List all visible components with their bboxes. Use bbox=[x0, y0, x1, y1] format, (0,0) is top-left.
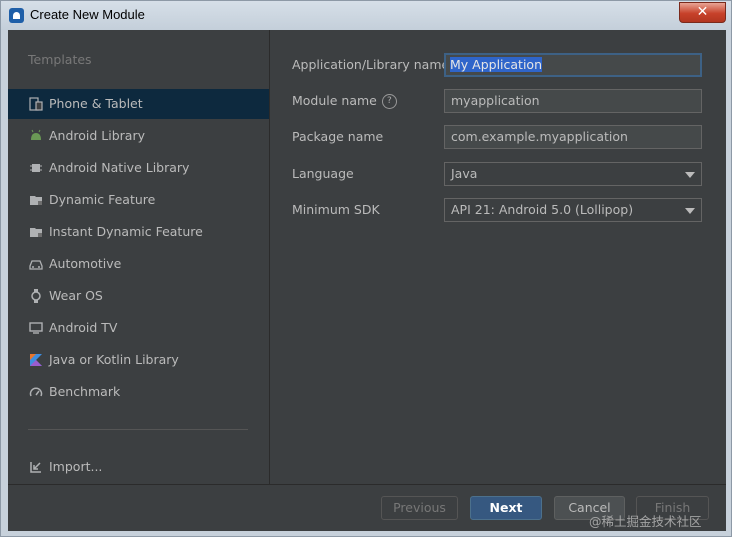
app-name-label: Application/Library name bbox=[292, 57, 450, 72]
language-value: Java bbox=[451, 166, 478, 181]
app-name-field[interactable]: My Application bbox=[444, 53, 702, 77]
sidebar-item-label: Instant Dynamic Feature bbox=[49, 224, 203, 239]
kotlin-icon bbox=[29, 353, 43, 367]
dialog-window: Create New Module ✕ Templates Phone & Ta… bbox=[0, 0, 732, 537]
sidebar-item-label: Android Library bbox=[49, 128, 146, 143]
android-icon bbox=[29, 129, 43, 143]
dropdown-arrow-icon bbox=[685, 208, 695, 214]
dropdown-arrow-icon bbox=[685, 172, 695, 178]
module-name-field[interactable]: myapplication bbox=[444, 89, 702, 113]
sidebar-item-label: Java or Kotlin Library bbox=[49, 352, 179, 367]
sidebar-item-label: Dynamic Feature bbox=[49, 192, 156, 207]
sidebar-item-android-library[interactable]: Android Library bbox=[8, 121, 269, 151]
import-label: Import... bbox=[49, 459, 103, 474]
sidebar-item-android-native-library[interactable]: Android Native Library bbox=[8, 153, 269, 183]
folder-icon bbox=[29, 193, 43, 207]
language-select[interactable]: Java bbox=[444, 162, 702, 186]
min-sdk-value: API 21: Android 5.0 (Lollipop) bbox=[451, 202, 634, 217]
dialog-content: Templates Phone & Tablet Android Library… bbox=[8, 30, 726, 531]
min-sdk-label: Minimum SDK bbox=[292, 202, 380, 217]
gauge-icon bbox=[29, 385, 43, 399]
sidebar-item-phone-tablet[interactable]: Phone & Tablet bbox=[8, 89, 269, 119]
package-name-field[interactable]: com.example.myapplication bbox=[444, 125, 702, 149]
title-bar[interactable]: Create New Module ✕ bbox=[1, 1, 731, 30]
sidebar-item-label: Android TV bbox=[49, 320, 118, 335]
phone-tablet-icon bbox=[29, 97, 43, 111]
sidebar-item-instant-dynamic-feature[interactable]: Instant Dynamic Feature bbox=[8, 217, 269, 247]
sidebar-item-label: Automotive bbox=[49, 256, 122, 271]
watermark: @稀土掘金技术社区 bbox=[589, 514, 702, 529]
import-icon bbox=[29, 460, 43, 474]
sidebar-item-label: Phone & Tablet bbox=[49, 96, 143, 111]
close-button[interactable]: ✕ bbox=[679, 2, 726, 23]
sidebar-item-java-kotlin-library[interactable]: Java or Kotlin Library bbox=[8, 345, 269, 375]
app-name-value: My Application bbox=[450, 57, 542, 72]
min-sdk-select[interactable]: API 21: Android 5.0 (Lollipop) bbox=[444, 198, 702, 222]
sidebar-item-benchmark[interactable]: Benchmark bbox=[8, 377, 269, 407]
import-button[interactable]: Import... bbox=[8, 452, 269, 482]
language-label: Language bbox=[292, 166, 354, 181]
sidebar-item-automotive[interactable]: Automotive bbox=[8, 249, 269, 279]
sidebar-item-label: Android Native Library bbox=[49, 160, 190, 175]
watch-icon bbox=[29, 289, 43, 303]
folder-icon bbox=[29, 225, 43, 239]
next-button[interactable]: Next bbox=[470, 496, 542, 520]
chip-icon bbox=[29, 161, 43, 175]
tv-icon bbox=[29, 321, 43, 335]
sidebar-divider bbox=[28, 429, 248, 430]
car-icon bbox=[29, 257, 43, 271]
module-form: Application/Library name My Application … bbox=[270, 30, 726, 484]
help-icon[interactable]: ? bbox=[381, 94, 397, 109]
templates-heading: Templates bbox=[28, 52, 92, 67]
sidebar-item-wear-os[interactable]: Wear OS bbox=[8, 281, 269, 311]
templates-sidebar: Templates Phone & Tablet Android Library… bbox=[8, 30, 270, 484]
module-name-label-row: Module name? bbox=[292, 89, 397, 113]
window-title: Create New Module bbox=[30, 7, 145, 22]
app-icon bbox=[9, 8, 24, 23]
module-name-label: Module name bbox=[292, 93, 377, 108]
package-name-label: Package name bbox=[292, 129, 384, 144]
sidebar-item-label: Wear OS bbox=[49, 288, 103, 303]
previous-button[interactable]: Previous bbox=[381, 496, 458, 520]
sidebar-item-android-tv[interactable]: Android TV bbox=[8, 313, 269, 343]
sidebar-item-dynamic-feature[interactable]: Dynamic Feature bbox=[8, 185, 269, 215]
sidebar-item-label: Benchmark bbox=[49, 384, 121, 399]
